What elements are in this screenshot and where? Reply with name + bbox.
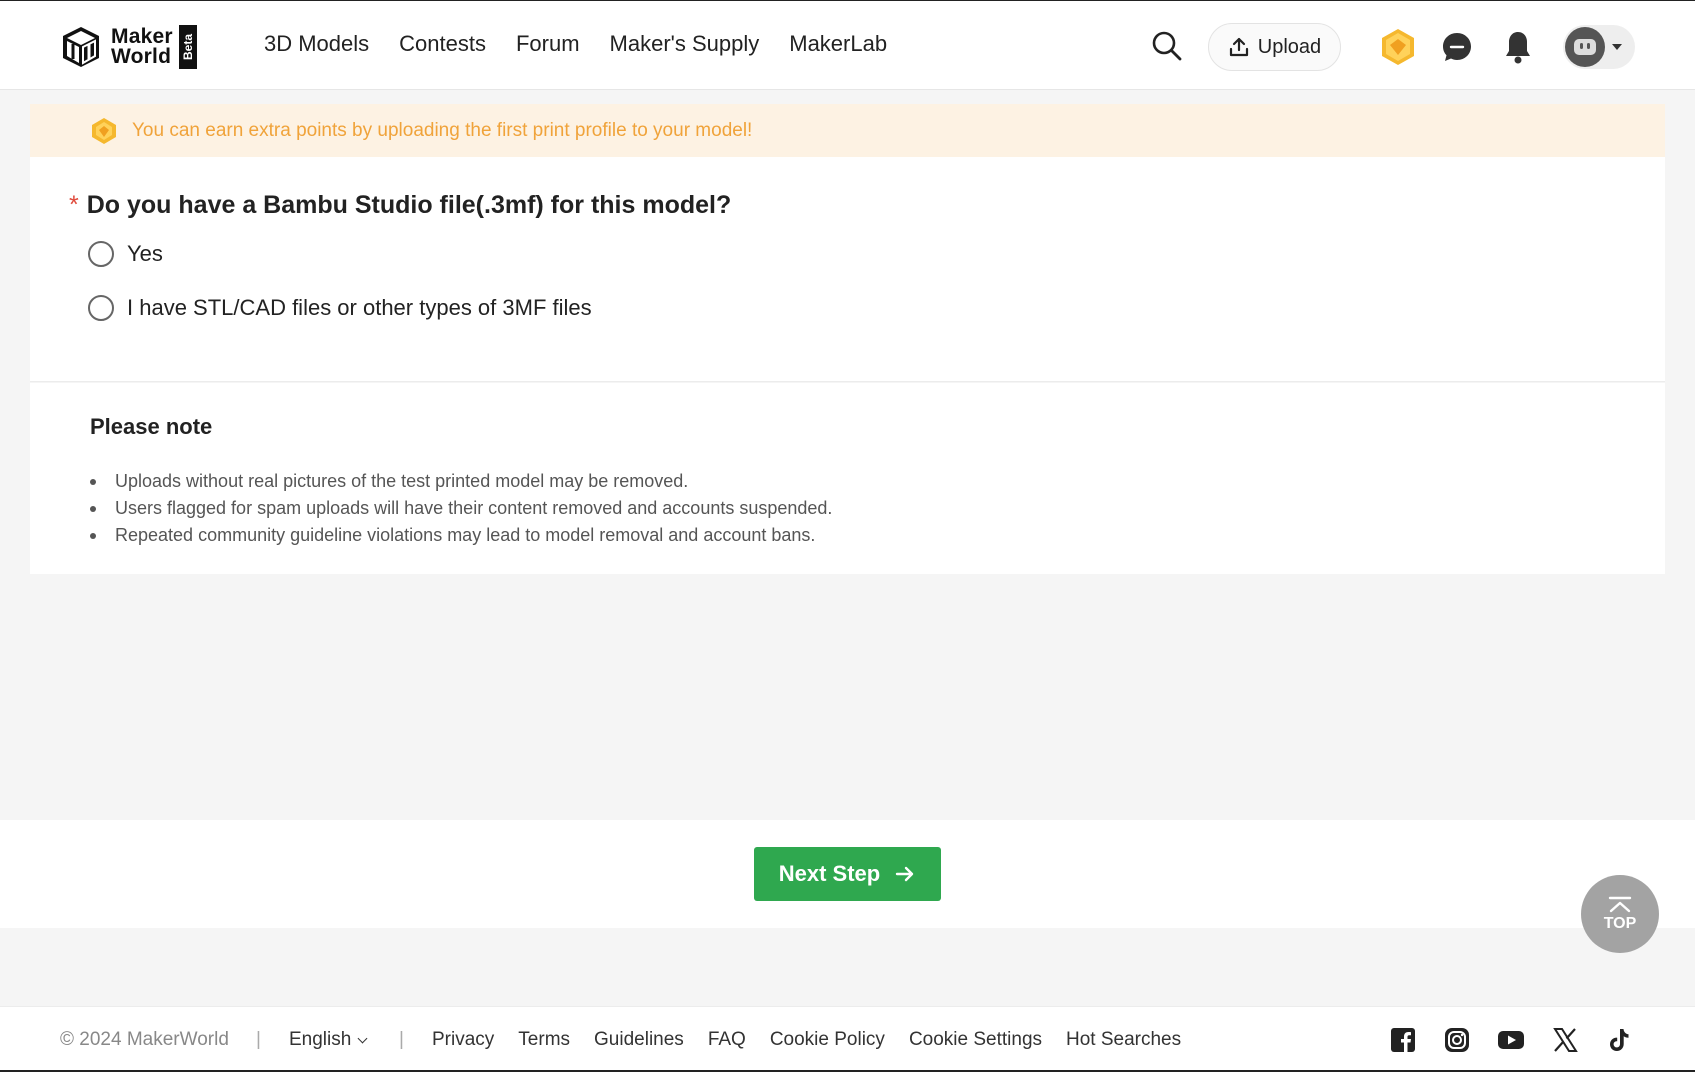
note-item: Repeated community guideline violations … — [90, 522, 832, 549]
footer-link-cookie-settings[interactable]: Cookie Settings — [909, 1029, 1042, 1051]
footer-link-guidelines[interactable]: Guidelines — [594, 1029, 684, 1051]
radio-stl-cad[interactable] — [88, 295, 114, 321]
next-step-label: Next Step — [778, 861, 881, 886]
option-stl-cad-label: I have STL/CAD files or other types of 3… — [127, 295, 592, 320]
chevron-up-icon — [1608, 896, 1632, 912]
logo-line2: World — [111, 45, 172, 68]
nav-forum[interactable]: Forum — [516, 31, 580, 57]
note-item: Uploads without real pictures of the tes… — [90, 468, 832, 495]
required-mark: * — [69, 191, 79, 219]
question-text: Do you have a Bambu Studio file(.3mf) fo… — [86, 191, 732, 219]
search-icon[interactable] — [1150, 29, 1184, 63]
points-banner: You can earn extra points by uploading t… — [30, 104, 1665, 157]
message-icon[interactable] — [1440, 30, 1474, 64]
upload-icon — [1229, 37, 1248, 57]
language-selector[interactable]: English — [289, 1029, 368, 1051]
footer-link-cookie-policy[interactable]: Cookie Policy — [770, 1029, 885, 1051]
beta-badge: Beta — [178, 25, 197, 69]
chevron-down-icon — [357, 1033, 368, 1043]
footer-link-hot-searches[interactable]: Hot Searches — [1066, 1029, 1181, 1051]
facebook-icon[interactable] — [1389, 1026, 1417, 1054]
logo-wordmark: Maker World — [111, 25, 173, 68]
x-twitter-icon[interactable] — [1551, 1026, 1579, 1054]
option-yes[interactable]: Yes — [88, 241, 163, 267]
instagram-icon[interactable] — [1443, 1026, 1471, 1054]
footer-separator: | — [399, 1029, 404, 1050]
footer-link-faq[interactable]: FAQ — [708, 1029, 746, 1051]
upload-button[interactable]: Upload — [1208, 23, 1341, 71]
action-bar: Next Step — [0, 820, 1695, 928]
logo-line1: Maker — [111, 25, 173, 48]
back-to-top-label: TOP — [1603, 914, 1637, 932]
option-stl-cad[interactable]: I have STL/CAD files or other types of 3… — [88, 295, 592, 321]
upload-label: Upload — [1257, 35, 1322, 58]
points-badge-icon — [92, 117, 116, 144]
main-nav: 3D Models Contests Forum Maker's Supply … — [264, 31, 887, 57]
caret-down-icon — [1612, 44, 1622, 50]
nav-makerlab[interactable]: MakerLab — [789, 31, 887, 57]
nav-3d-models[interactable]: 3D Models — [264, 31, 369, 57]
footer-link-terms[interactable]: Terms — [518, 1029, 570, 1051]
bell-icon[interactable] — [1502, 29, 1534, 65]
footer-links: Privacy Terms Guidelines FAQ Cookie Poli… — [432, 1029, 1181, 1051]
please-note-card: Please note Uploads without real picture… — [30, 383, 1665, 574]
youtube-icon[interactable] — [1497, 1026, 1525, 1054]
site-footer: © 2024 MakerWorld | English | Privacy Te… — [0, 1006, 1695, 1072]
tiktok-icon[interactable] — [1605, 1026, 1633, 1054]
footer-separator: | — [256, 1029, 261, 1050]
note-title: Please note — [90, 414, 213, 439]
social-links — [1389, 1026, 1633, 1054]
logo-cube-icon — [63, 27, 99, 67]
question-title: * Do you have a Bambu Studio file(.3mf) f… — [69, 191, 731, 220]
radio-yes[interactable] — [88, 241, 114, 267]
arrow-right-icon — [896, 866, 914, 882]
nav-contests[interactable]: Contests — [399, 31, 486, 57]
file-type-question-card: * Do you have a Bambu Studio file(.3mf) f… — [30, 157, 1665, 382]
footer-link-privacy[interactable]: Privacy — [432, 1029, 494, 1051]
option-yes-label: Yes — [127, 241, 163, 266]
banner-text: You can earn extra points by uploading t… — [132, 119, 753, 141]
avatar-robot-icon — [1574, 39, 1596, 55]
language-label: English — [289, 1029, 352, 1050]
note-list: Uploads without real pictures of the tes… — [90, 468, 832, 549]
note-item: Users flagged for spam uploads will have… — [90, 495, 832, 522]
back-to-top-button[interactable]: TOP — [1581, 875, 1659, 953]
site-header: Maker World Beta 3D Models Contests Foru… — [0, 1, 1695, 90]
points-badge-icon[interactable] — [1378, 27, 1418, 67]
nav-makers-supply[interactable]: Maker's Supply — [610, 31, 760, 57]
copyright: © 2024 MakerWorld — [60, 1029, 229, 1050]
avatar — [1565, 27, 1605, 67]
user-menu[interactable] — [1563, 25, 1635, 69]
makerworld-logo[interactable]: Maker World Beta — [59, 25, 209, 69]
next-step-button[interactable]: Next Step — [754, 847, 941, 901]
